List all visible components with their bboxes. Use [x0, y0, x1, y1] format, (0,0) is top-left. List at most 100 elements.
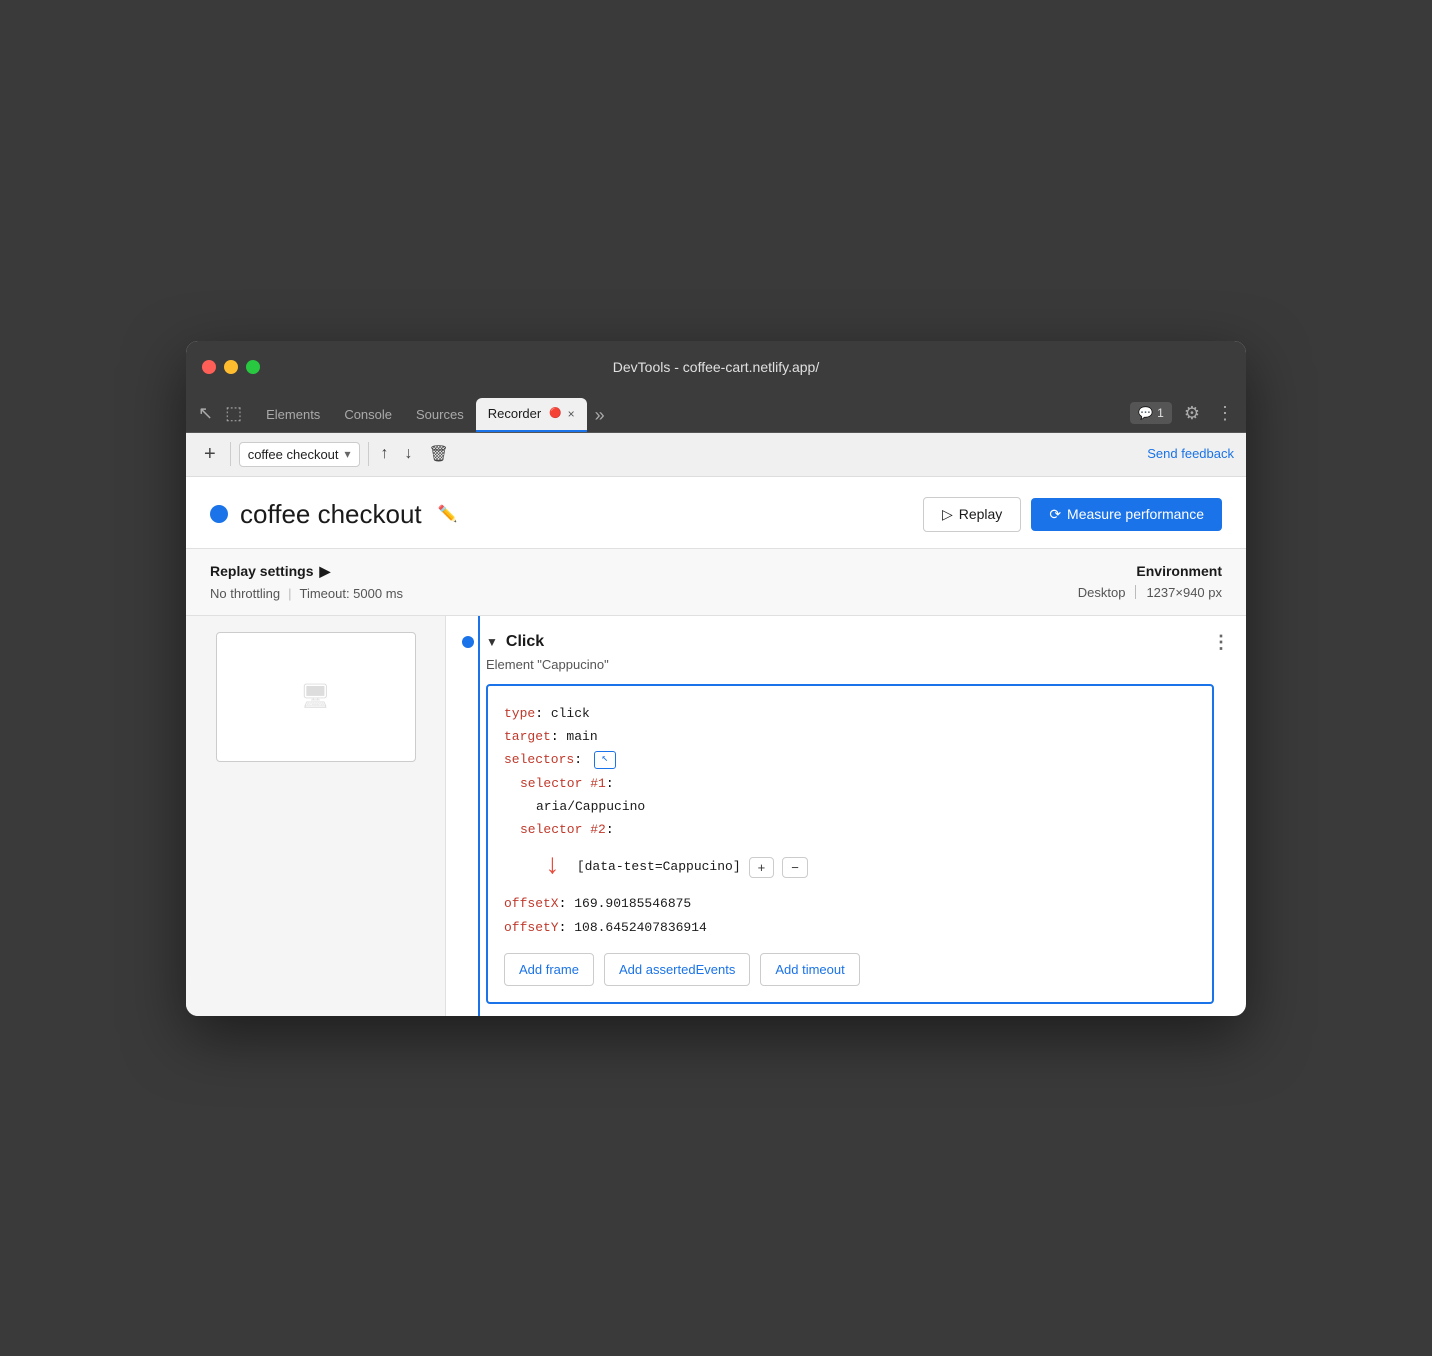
titlebar: DevTools - coffee-cart.netlify.app/ [186, 341, 1246, 393]
settings-details: No throttling | Timeout: 5000 ms [210, 586, 403, 601]
tab-recorder-close[interactable]: × [568, 407, 575, 421]
send-feedback-link[interactable]: Send feedback [1147, 446, 1234, 461]
chat-icon: 💬 [1138, 406, 1153, 420]
recorder-toolbar: + coffee checkout ▾ ↑ ↓ 🗑 Send feedback [186, 433, 1246, 477]
tab-recorder[interactable]: Recorder 🔴 × [476, 398, 587, 432]
environment-details: Desktop 1237×940 px [1078, 585, 1222, 600]
selector-add-button[interactable]: + [749, 857, 775, 878]
replay-settings-label: Replay settings [210, 563, 313, 579]
toolbar-divider-2 [368, 442, 369, 466]
replay-label: Replay [959, 506, 1003, 522]
env-divider [1135, 585, 1136, 599]
step-content: ▼ Click ⋮ Element "Cappucino" type: clic… [486, 632, 1230, 1005]
selector2-row: ↓ [data-test=Cappucino] + − [536, 842, 1196, 892]
offsety-key: offsetY [504, 920, 559, 935]
timeline-line [478, 616, 480, 1016]
devtools-window: DevTools - coffee-cart.netlify.app/ ↖ ⬚ … [186, 341, 1246, 1016]
import-button[interactable]: ↓ [401, 441, 417, 467]
offsety-val: 108.6452407836914 [574, 920, 707, 935]
replay-settings-toggle[interactable]: Replay settings ▶ [210, 563, 403, 580]
tab-elements[interactable]: Elements [254, 398, 332, 432]
maximize-button[interactable] [246, 360, 260, 374]
tab-recorder-label: Recorder [488, 406, 541, 421]
chat-badge: 1 [1157, 406, 1164, 420]
add-timeout-button[interactable]: Add timeout [760, 953, 859, 986]
red-arrow-icon: ↓ [544, 842, 561, 892]
recording-header: coffee checkout ✏️ ▷ Replay ⟳ Measure pe… [186, 477, 1246, 549]
tab-console[interactable]: Console [332, 398, 404, 432]
step-thumbnail-panel: 🖥 [186, 616, 446, 1016]
tab-sources-label: Sources [416, 407, 464, 422]
header-actions: ▷ Replay ⟳ Measure performance [923, 497, 1222, 532]
toolbar-right: Send feedback [1147, 445, 1234, 463]
measure-label: Measure performance [1067, 506, 1204, 522]
offsetx-key: offsetX [504, 896, 559, 911]
resolution-label: 1237×940 px [1146, 585, 1222, 600]
delete-icon: 🗑 [429, 446, 449, 463]
selector1-key: selector #1 [520, 776, 606, 791]
settings-icon[interactable]: ⚙ [1180, 401, 1204, 426]
selector2-key: selector #2 [520, 822, 606, 837]
minimize-button[interactable] [224, 360, 238, 374]
tabbar-right-actions: 💬 1 ⚙ ⋮ [1130, 401, 1238, 432]
step-element-label: Element "Cappucino" [486, 657, 1230, 672]
close-button[interactable] [202, 360, 216, 374]
step-header: ▼ Click ⋮ [486, 632, 1230, 653]
step-item: ▼ Click ⋮ Element "Cappucino" type: clic… [446, 616, 1246, 1005]
throttling-label: No throttling [210, 586, 280, 601]
recording-title: coffee checkout [240, 499, 422, 530]
add-recording-button[interactable]: + [198, 441, 222, 468]
device-label: Desktop [1078, 585, 1126, 600]
delete-recording-button[interactable]: 🗑 [425, 440, 453, 468]
offsetx-val: 169.90185546875 [574, 896, 691, 911]
import-icon: ↓ [405, 445, 413, 462]
device-icon[interactable]: ⬚ [221, 401, 246, 426]
traffic-lights [202, 360, 260, 374]
action-buttons: Add frame Add assertedEvents Add timeout [504, 953, 1196, 986]
edit-recording-name-icon[interactable]: ✏️ [434, 500, 462, 528]
type-val: click [551, 706, 590, 721]
play-icon: ▷ [942, 506, 953, 523]
tabbar: ↖ ⬚ Elements Console Sources Recorder 🔴 … [186, 393, 1246, 433]
devtools-more-icon[interactable]: ⋮ [1212, 401, 1238, 426]
selector-cursor-icon: ↖ [594, 751, 616, 769]
recording-name-label: coffee checkout [248, 447, 339, 462]
devtools-nav-icons: ↖ ⬚ [194, 401, 246, 432]
tab-sources[interactable]: Sources [404, 398, 476, 432]
cursor-icon[interactable]: ↖ [194, 401, 217, 426]
toolbar-divider-1 [230, 442, 231, 466]
step-screenshot: 🖥 [216, 632, 416, 762]
measure-performance-button[interactable]: ⟳ Measure performance [1031, 498, 1222, 531]
step-list: ▼ Click ⋮ Element "Cappucino" type: clic… [446, 616, 1246, 1016]
main-content: 🖥 ▼ Click ⋮ Element "Cappucino" [186, 616, 1246, 1016]
window-title: DevTools - coffee-cart.netlify.app/ [613, 359, 819, 375]
recording-selector[interactable]: coffee checkout ▾ [239, 442, 360, 467]
timeout-label: Timeout: 5000 ms [299, 586, 403, 601]
environment-title: Environment [1078, 563, 1222, 579]
screenshot-icon: 🖥 [300, 682, 330, 711]
chevron-down-icon: ▾ [345, 447, 351, 461]
measure-icon: ⟳ [1049, 506, 1061, 523]
step-indicator [462, 636, 474, 648]
collapse-icon[interactable]: ▼ [486, 635, 498, 649]
add-asserted-events-button[interactable]: Add assertedEvents [604, 953, 750, 986]
more-tabs-button[interactable]: » [587, 405, 613, 432]
replay-button[interactable]: ▷ Replay [923, 497, 1021, 532]
selector2-val: [data-test=Cappucino] [577, 855, 741, 878]
add-frame-button[interactable]: Add frame [504, 953, 594, 986]
settings-expand-icon: ▶ [319, 563, 330, 580]
selectors-key: selectors [504, 752, 574, 767]
step-code-block: type: click target: main selectors: ↖ [486, 684, 1214, 1005]
chat-badge-button[interactable]: 💬 1 [1130, 402, 1172, 424]
settings-right: Environment Desktop 1237×940 px [1078, 563, 1222, 600]
recording-status-dot [210, 505, 228, 523]
type-key: type [504, 706, 535, 721]
target-key: target [504, 729, 551, 744]
selector-remove-button[interactable]: − [782, 857, 808, 878]
settings-left: Replay settings ▶ No throttling | Timeou… [210, 563, 403, 601]
target-val: main [566, 729, 597, 744]
tab-elements-label: Elements [266, 407, 320, 422]
replay-settings-bar: Replay settings ▶ No throttling | Timeou… [186, 549, 1246, 616]
export-button[interactable]: ↑ [377, 441, 393, 467]
step-menu-icon[interactable]: ⋮ [1212, 632, 1230, 653]
